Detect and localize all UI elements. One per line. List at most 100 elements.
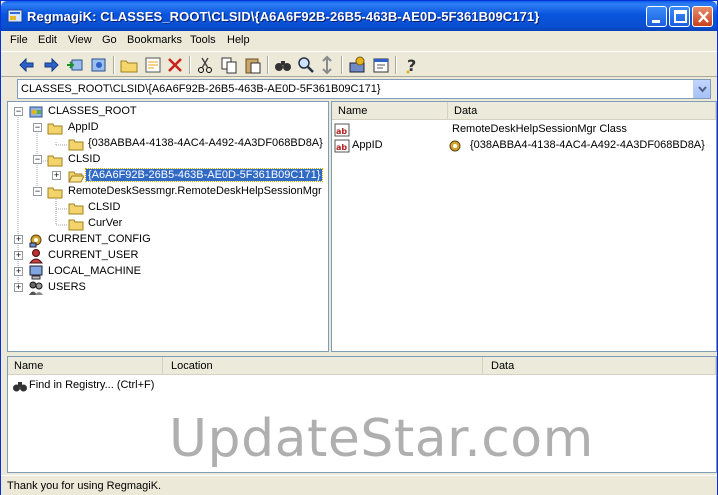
tree-node-curver[interactable]: CurVer: [8, 216, 208, 232]
properties-icon[interactable]: [371, 55, 391, 75]
registry-tree[interactable]: − CLASSES_ROOT − AppID {038ABBA4-4138-4A…: [7, 101, 329, 352]
tree-node-label: CLSID: [88, 201, 121, 213]
column-header-location[interactable]: Location: [163, 357, 483, 375]
find-result-row[interactable]: Find in Registry... (Ctrl+F): [8, 378, 308, 394]
menu-bookmarks[interactable]: Bookmarks: [127, 34, 182, 46]
tree-node-appid-guid[interactable]: {038ABBA4-4138-4AC4-A492-4A3DF068BD8A}: [8, 136, 328, 152]
tree-node-current-user[interactable]: + CURRENT_USER: [8, 248, 208, 264]
tree-node-remotedesk[interactable]: − RemoteDeskSessmgr.RemoteDeskHelpSessio…: [8, 184, 328, 200]
tree-node-label: CLASSES_ROOT: [48, 105, 137, 117]
regmagik-app-icon: [7, 9, 23, 23]
tree-node-label: {038ABBA4-4138-4AC4-A492-4A3DF068BD8A}: [88, 137, 323, 149]
paste-icon[interactable]: [243, 55, 263, 75]
tree-node-label: CurVer: [88, 217, 123, 229]
collapse-toggle[interactable]: −: [33, 187, 42, 196]
expand-toggle[interactable]: +: [52, 171, 61, 180]
binoculars-icon: [13, 382, 27, 392]
delete-icon[interactable]: [165, 55, 185, 75]
column-header-name[interactable]: Name: [332, 102, 448, 120]
folder-icon: [47, 155, 63, 167]
toolbar-separator: [395, 56, 397, 74]
value-row[interactable]: ab RemoteDeskHelpSessionMgr Class: [332, 122, 716, 138]
export-icon[interactable]: [89, 55, 109, 75]
tree-node-label: {A6A6F92B-26B5-463B-AE0D-5F361B09C171}: [84, 168, 324, 182]
svg-text:ab: ab: [336, 127, 347, 136]
link-gear-icon[interactable]: [447, 138, 463, 154]
expand-toggle[interactable]: +: [14, 267, 23, 276]
tree-node-clsid[interactable]: − CLSID: [8, 152, 208, 168]
tree-node-users[interactable]: + USERS: [8, 280, 208, 296]
column-header-data[interactable]: Data: [448, 102, 716, 120]
registry-icon[interactable]: [347, 55, 367, 75]
users-group-icon: [29, 281, 43, 295]
help-icon[interactable]: ?: [401, 55, 421, 75]
registry-hive-icon: [29, 106, 43, 118]
toolbar-separator: [341, 56, 343, 74]
user-icon: [28, 249, 44, 264]
toolbar-separator: [113, 56, 115, 74]
tree-node-label: LOCAL_MACHINE: [48, 265, 141, 277]
values-list[interactable]: Name Data ab RemoteDeskHelpSessionMgr Cl…: [331, 101, 717, 352]
address-value: CLASSES_ROOT\CLSID\{A6A6F92B-26B5-463B-A…: [21, 83, 381, 95]
tree-node-selected-guid[interactable]: + {A6A6F92B-26B5-463B-AE0D-5F361B09C171}: [8, 168, 328, 184]
toolbar: ?: [1, 51, 717, 77]
string-value-icon: ab: [334, 139, 350, 153]
computer-icon: [29, 265, 43, 280]
status-bar: Thank you for using RegmagiK.: [1, 475, 717, 495]
config-gear-icon: [29, 234, 42, 248]
new-key-icon[interactable]: [119, 55, 139, 75]
tree-node-appid[interactable]: − AppID: [8, 120, 208, 136]
column-header-name[interactable]: Name: [8, 357, 163, 375]
menu-help[interactable]: Help: [227, 34, 250, 46]
maximize-icon: [674, 10, 687, 23]
value-data: RemoteDeskHelpSessionMgr Class: [452, 123, 627, 135]
value-name: AppID: [352, 139, 383, 151]
tree-node-label: CURRENT_CONFIG: [48, 233, 151, 245]
menu-edit[interactable]: Edit: [38, 34, 57, 46]
value-row[interactable]: ab AppID {038ABBA4-4138-4AC4-A492-4A3DF0…: [332, 138, 716, 154]
address-dropdown-button[interactable]: [693, 80, 710, 98]
title-bar[interactable]: RegmagiK: CLASSES_ROOT\CLSID\{A6A6F92B-2…: [1, 1, 717, 31]
watermark: UpdateStar.com: [169, 409, 594, 469]
value-data: {038ABBA4-4138-4AC4-A492-4A3DF068BD8A}: [470, 139, 705, 151]
close-icon: [698, 11, 709, 23]
collapse-toggle[interactable]: −: [33, 123, 42, 132]
find-icon[interactable]: [273, 55, 293, 75]
folder-icon: [68, 139, 84, 151]
svg-text:ab: ab: [336, 143, 347, 152]
tree-node-local-machine[interactable]: + LOCAL_MACHINE: [8, 264, 208, 280]
toolbar-separator: [189, 56, 191, 74]
forward-arrow-icon[interactable]: [41, 55, 61, 75]
cut-icon[interactable]: [195, 55, 215, 75]
minimize-icon: [652, 20, 660, 23]
address-input[interactable]: CLASSES_ROOT\CLSID\{A6A6F92B-26B5-463B-A…: [17, 79, 711, 99]
tree-node-label: CLSID: [68, 153, 101, 165]
expand-toggle[interactable]: +: [14, 235, 23, 244]
maximize-button[interactable]: [669, 6, 690, 27]
expand-toggle[interactable]: +: [14, 251, 23, 260]
find-next-icon[interactable]: [296, 55, 316, 75]
new-value-icon[interactable]: [143, 55, 163, 75]
replace-icon[interactable]: [317, 55, 337, 75]
tree-node-label: CURRENT_USER: [48, 249, 139, 261]
close-button[interactable]: [692, 6, 713, 27]
toolbar-separator: [267, 56, 269, 74]
menu-go[interactable]: Go: [102, 34, 117, 46]
minimize-button[interactable]: [646, 6, 667, 27]
status-text: Thank you for using RegmagiK.: [7, 480, 162, 492]
menu-file[interactable]: File: [10, 34, 28, 46]
back-arrow-icon[interactable]: [17, 55, 37, 75]
collapse-toggle[interactable]: −: [14, 107, 23, 116]
menu-view[interactable]: View: [68, 34, 92, 46]
expand-toggle[interactable]: +: [14, 283, 23, 292]
copy-icon[interactable]: [219, 55, 239, 75]
collapse-toggle[interactable]: −: [33, 155, 42, 164]
column-header-data[interactable]: Data: [483, 357, 716, 375]
import-icon[interactable]: [65, 55, 85, 75]
tree-node-remotedesk-clsid[interactable]: CLSID: [8, 200, 208, 216]
tree-node-label: AppID: [68, 121, 99, 133]
tree-node-current-config[interactable]: + CURRENT_CONFIG: [8, 232, 208, 248]
menu-tools[interactable]: Tools: [190, 34, 216, 46]
find-result-label: Find in Registry... (Ctrl+F): [29, 379, 155, 391]
tree-node-classes-root[interactable]: − CLASSES_ROOT: [8, 104, 208, 120]
